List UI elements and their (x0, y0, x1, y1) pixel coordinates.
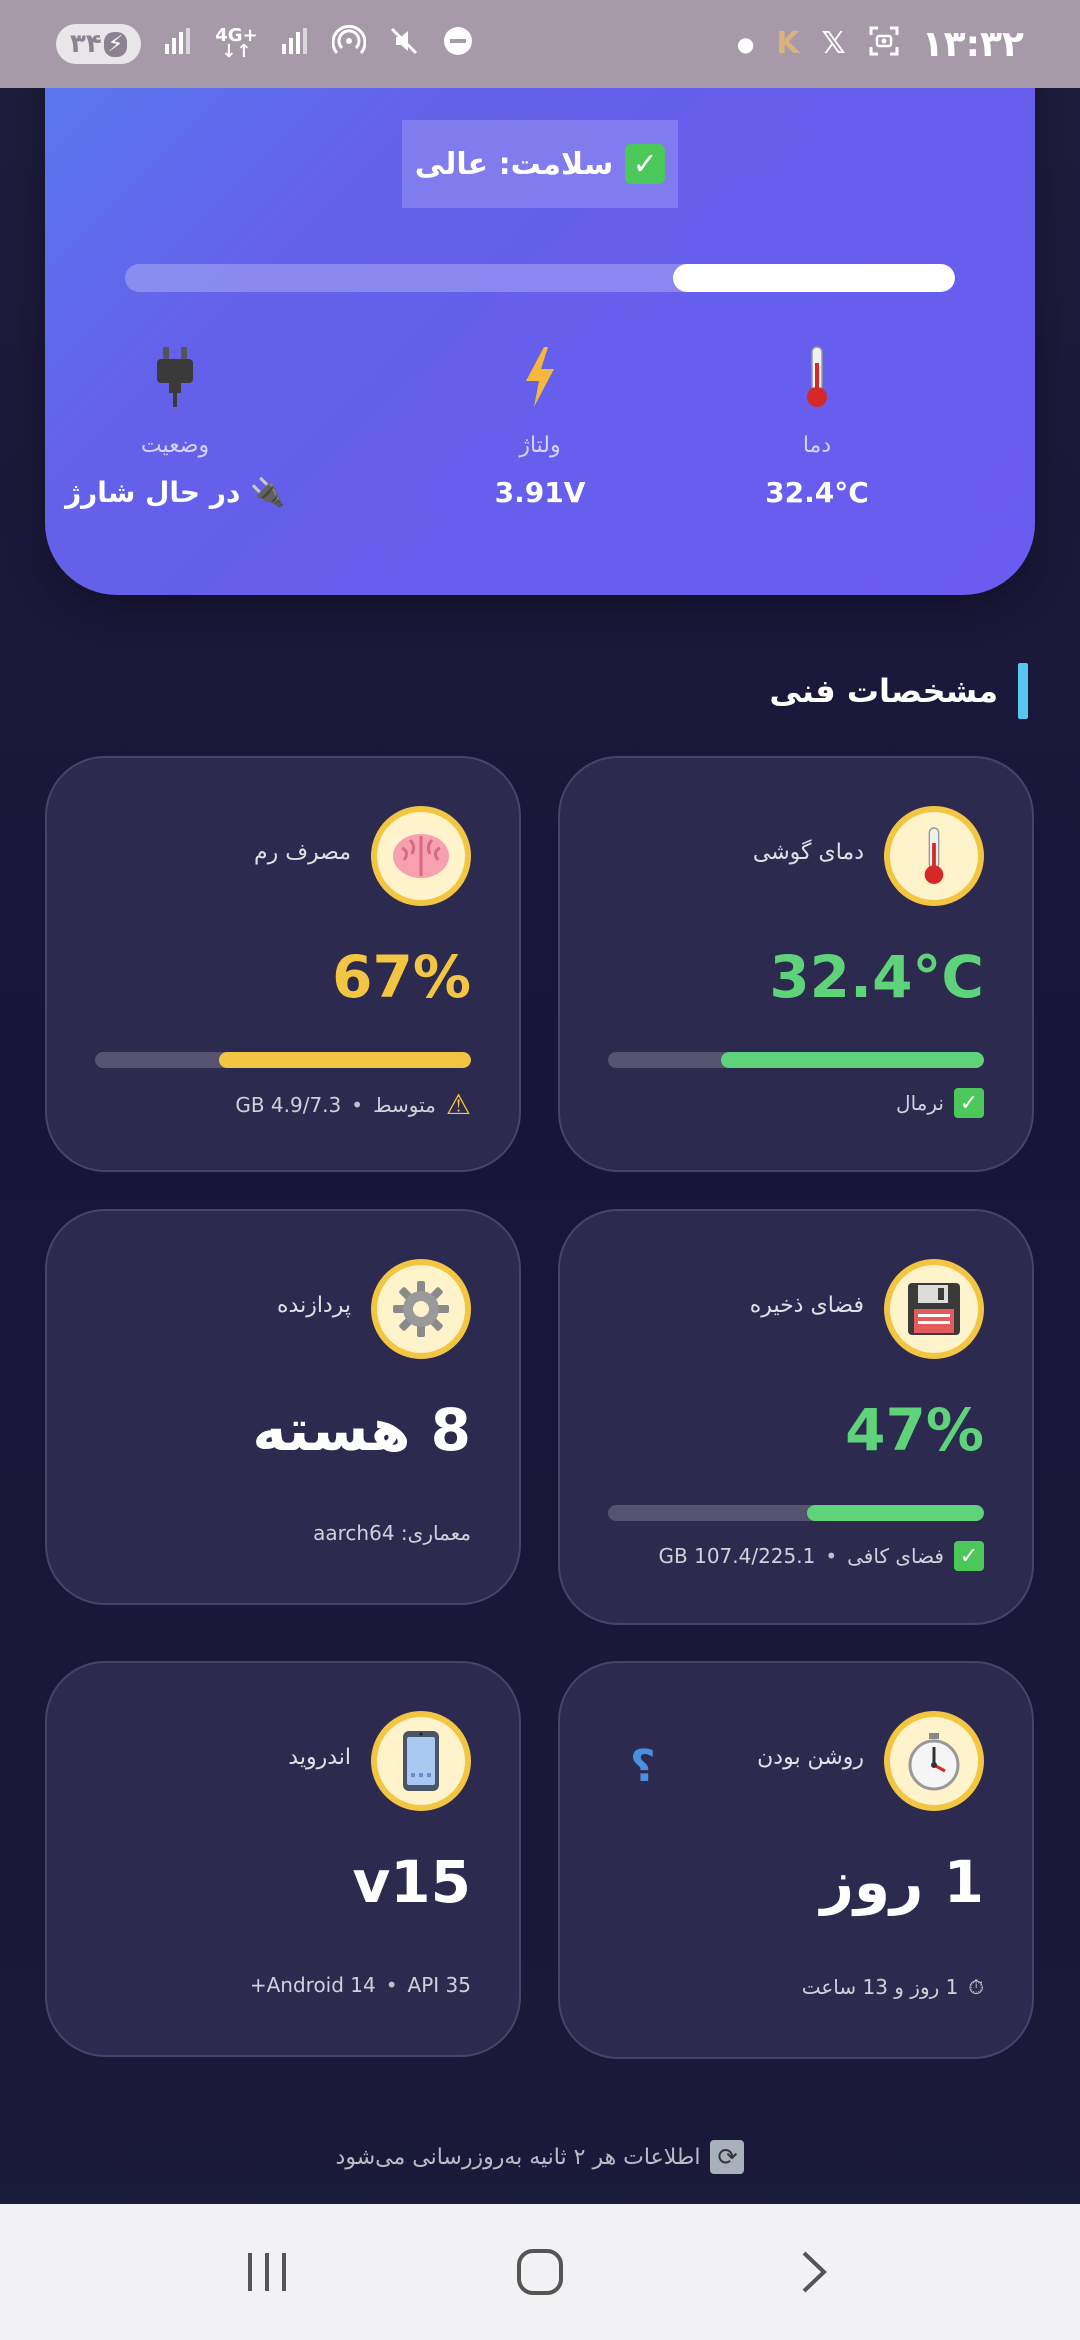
screenshot-icon (868, 25, 900, 63)
thermometer-icon (697, 345, 937, 415)
stopwatch-icon (884, 1711, 984, 1811)
health-progress-bar (125, 264, 955, 292)
floppy-disk-icon (884, 1259, 984, 1359)
status-left: ۳۴ ⚡ 4G+ ↓↑ (56, 24, 474, 64)
ram-progress-fill (219, 1052, 471, 1068)
card-value: 1 روز (820, 1848, 984, 1916)
temp-progress-bar (608, 1052, 984, 1068)
refresh-icon: ⟳ (710, 2140, 745, 2174)
card-cpu[interactable]: پردازنده 8 هسته معماری: aarch64 (45, 1209, 521, 1605)
separator-dot: • (351, 1092, 364, 1117)
card-android[interactable]: اندروید v15 API 35 • Android 14+ (45, 1661, 521, 2057)
android-version-text: Android 14+ (249, 1973, 376, 1997)
card-title: اندروید (288, 1745, 351, 1770)
plug-icon (55, 345, 295, 415)
signal-icon (163, 26, 193, 62)
separator-dot: • (385, 1973, 398, 1997)
card-value: 32.4°C (769, 943, 984, 1011)
card-uptime[interactable]: روشن بودن ؟ 1 روز ⏱ 1 روز و 13 ساعت (558, 1661, 1034, 2059)
check-icon: ✓ (625, 144, 666, 184)
charging-icon: ⚡ (103, 31, 128, 57)
mute-icon (388, 25, 420, 63)
card-title: مصرف رم (253, 840, 351, 865)
warning-icon: ⚠ (445, 1088, 471, 1121)
stopwatch-small-icon: ⏱ (968, 1975, 984, 1999)
card-storage[interactable]: فضای ذخیره 47% ✓ فضای کافی • GB 107.4/22… (558, 1209, 1034, 1625)
card-detail-text: معماری: aarch64 (313, 1521, 471, 1545)
separator-dot: • (825, 1544, 838, 1568)
health-status-badge: ✓ سلامت: عالی (402, 120, 678, 208)
battery-health-card: ✓ سلامت: عالی وضعیت 🔌 در حال شارژ ولتاژ … (45, 60, 1035, 595)
card-title: دمای گوشی (752, 840, 864, 865)
network-type: 4G+ ↓↑ (215, 25, 258, 62)
section-title-text: مشخصات فنی (769, 672, 998, 710)
update-note: ⟳ اطلاعات هر ۲ ثانیه به‌روزرسانی می‌شود (0, 2140, 1080, 2174)
card-title: پردازنده (277, 1293, 351, 1318)
card-status-text: نرمال (896, 1091, 944, 1115)
app-k-icon: K (776, 26, 800, 61)
signal-icon-2 (280, 26, 310, 62)
card-value: 47% (845, 1396, 984, 1464)
card-status: ✓ نرمال (896, 1088, 984, 1118)
brain-icon (371, 806, 471, 906)
screen: ۳۴ ⚡ 4G+ ↓↑ ● K 𝕏 ۱۳:۳۲ ✓ سلامت: عالی وض… (0, 0, 1080, 2340)
storage-progress-fill (807, 1505, 984, 1521)
storage-progress-bar (608, 1505, 984, 1521)
card-title: روشن بودن (757, 1745, 864, 1770)
x-app-icon: 𝕏 (821, 26, 846, 61)
stat-voltage-label: ولتاژ (519, 433, 561, 458)
check-icon: ✓ (954, 1088, 984, 1118)
card-value: 67% (332, 943, 471, 1011)
gear-icon (371, 1259, 471, 1359)
card-detail: API 35 • Android 14+ (250, 1973, 471, 1997)
clock: ۱۳:۳۲ (921, 23, 1024, 65)
status-right: ● K 𝕏 ۱۳:۳۲ (737, 24, 1024, 65)
card-phone-temperature[interactable]: دمای گوشی 32.4°C ✓ نرمال (558, 756, 1034, 1172)
bolt-icon (420, 345, 660, 415)
thermometer-icon (884, 806, 984, 906)
temp-progress-fill (720, 1052, 984, 1068)
battery-level: ۳۴ (70, 29, 102, 59)
card-detail-text: GB 4.9/7.3 (235, 1092, 342, 1117)
phone-icon (371, 1711, 471, 1811)
stat-status-label: وضعیت (140, 433, 210, 458)
stat-temperature: دما 32.4°C (697, 345, 937, 509)
stat-status-value: 🔌 در حال شارژ (65, 476, 285, 509)
card-status: ✓ فضای کافی • GB 107.4/225.1 (659, 1541, 984, 1571)
health-progress-fill (672, 264, 955, 292)
card-value: 8 هسته (252, 1396, 471, 1464)
section-title: مشخصات فنی (769, 663, 1028, 719)
health-status-label: سلامت: عالی (414, 146, 614, 182)
card-status-text: متوسط (373, 1092, 436, 1117)
home-button[interactable] (480, 2232, 600, 2312)
system-nav-bar (0, 2204, 1080, 2340)
stat-status: وضعیت 🔌 در حال شارژ (55, 345, 295, 509)
dnd-icon (442, 25, 474, 63)
api-level-text: API 35 (407, 1973, 471, 1997)
check-icon: ✓ (954, 1541, 984, 1571)
battery-indicator: ۳۴ ⚡ (56, 24, 142, 64)
section-accent-bar (1018, 663, 1028, 719)
card-detail: ⏱ 1 روز و 13 ساعت (802, 1975, 984, 1999)
stat-temperature-label: دما (802, 433, 832, 458)
update-note-text: اطلاعات هر ۲ ثانیه به‌روزرسانی می‌شود (335, 2144, 701, 2170)
recents-button[interactable] (207, 2232, 327, 2312)
hotspot-icon (331, 24, 367, 64)
card-value: v15 (352, 1848, 471, 1916)
notification-dot-icon: ● (736, 32, 755, 56)
stat-voltage: ولتاژ 3.91V (420, 345, 660, 509)
card-detail: معماری: aarch64 (313, 1521, 471, 1545)
card-title: فضای ذخیره (749, 1293, 864, 1318)
stat-voltage-value: 3.91V (494, 476, 586, 509)
back-button[interactable] (753, 2232, 873, 2312)
card-ram-usage[interactable]: مصرف رم 67% ⚠ متوسط • GB 4.9/7.3 (45, 756, 521, 1172)
stat-temperature-value: 32.4°C (765, 476, 869, 509)
card-detail-text: 1 روز و 13 ساعت (801, 1975, 959, 1999)
card-status: ⚠ متوسط • GB 4.9/7.3 (235, 1088, 471, 1121)
status-bar: ۳۴ ⚡ 4G+ ↓↑ ● K 𝕏 ۱۳:۳۲ (0, 0, 1080, 88)
card-status-text: فضای کافی (847, 1544, 944, 1568)
ram-progress-bar (95, 1052, 471, 1068)
card-detail-text: GB 107.4/225.1 (658, 1544, 816, 1568)
info-question-icon[interactable]: ؟ (630, 1741, 656, 1792)
